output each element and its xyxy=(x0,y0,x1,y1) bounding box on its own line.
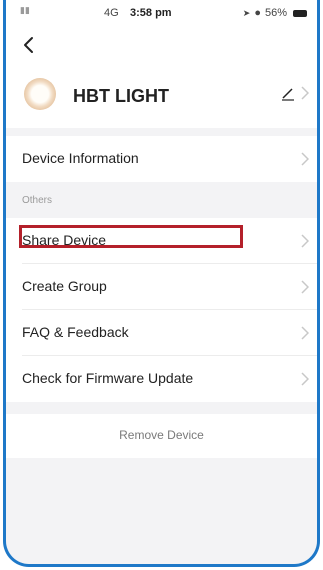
back-chevron-icon[interactable] xyxy=(18,34,38,56)
highlight-box xyxy=(19,225,243,248)
location-icon: ➤ xyxy=(242,7,251,18)
chevron-right-icon xyxy=(301,372,310,391)
section-title: Others xyxy=(22,195,53,206)
chevron-right-icon xyxy=(301,280,310,299)
remove-device-button[interactable]: Remove Device xyxy=(6,414,317,458)
signal-icon: ▮▮ xyxy=(20,5,30,15)
bulb-icon xyxy=(24,78,56,110)
chevron-right-icon xyxy=(301,86,310,105)
create-group-label: Create Group xyxy=(22,278,107,294)
firmware-update-label: Check for Firmware Update xyxy=(22,370,194,386)
device-name: HBT LIGHT xyxy=(73,86,169,106)
network-type: 4G xyxy=(104,7,119,19)
phone-frame: ▮▮ 4G 3:58 pm ➤ ● 56% HBT LIGHT Device I… xyxy=(3,0,320,567)
navigation-bar xyxy=(6,26,317,64)
faq-feedback-label: FAQ & Feedback xyxy=(22,324,129,340)
chevron-right-icon xyxy=(301,234,310,253)
pencil-icon[interactable] xyxy=(281,87,295,106)
chevron-right-icon xyxy=(301,326,310,345)
battery-percent: 56% xyxy=(264,7,287,19)
status-bar: ▮▮ 4G 3:58 pm ➤ ● 56% xyxy=(6,0,317,26)
chevron-right-icon xyxy=(301,152,310,171)
alarm-icon: ● xyxy=(254,7,261,19)
status-right: ➤ ● 56% xyxy=(243,7,307,19)
firmware-update-row[interactable]: Check for Firmware Update xyxy=(6,356,317,402)
status-time: 3:58 pm xyxy=(130,7,172,19)
device-header-row[interactable]: HBT LIGHT xyxy=(6,64,317,128)
battery-icon xyxy=(293,9,307,17)
device-information-label: Device Information xyxy=(22,150,139,166)
section-header: Others xyxy=(6,186,317,218)
device-information-row[interactable]: Device Information xyxy=(6,136,317,182)
create-group-row[interactable]: Create Group xyxy=(6,264,317,310)
remove-device-label: Remove Device xyxy=(119,428,204,442)
faq-feedback-row[interactable]: FAQ & Feedback xyxy=(6,310,317,356)
